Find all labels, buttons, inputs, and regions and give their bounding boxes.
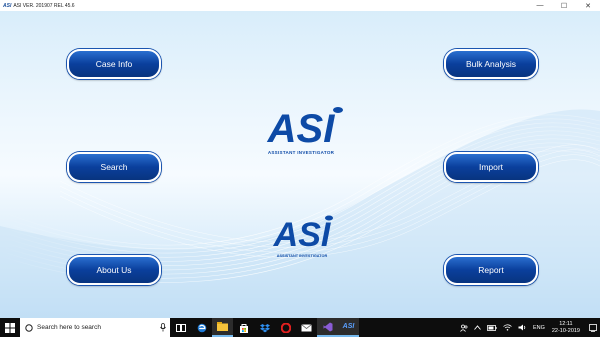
opera-icon[interactable] (275, 318, 296, 337)
mail-icon[interactable] (296, 318, 317, 337)
logo-tagline-large: ASSISTANT INVESTIGATOR (267, 150, 335, 155)
app-window: ASI ASI VER. 201907 REL 45.6 — ☐ ✕ ASI A… (0, 0, 600, 318)
notification-icon[interactable] (589, 323, 597, 332)
clock[interactable]: 12:11 22-10-2019 (552, 321, 580, 335)
search-button[interactable]: Search (67, 152, 161, 182)
task-view-icon[interactable] (170, 318, 191, 337)
window-title: ASI VER. 201907 REL 45.6 (13, 2, 75, 9)
store-icon[interactable] (233, 318, 254, 337)
taskbar-search-box[interactable]: Search here to search (20, 318, 170, 337)
asi-logo-small-graphic: ASI (273, 215, 333, 254)
language-indicator[interactable]: ENG (533, 325, 545, 331)
wifi-icon[interactable] (503, 324, 512, 331)
search-circle-icon (25, 323, 33, 332)
about-us-button[interactable]: About Us (67, 255, 161, 285)
taskbar-search-placeholder: Search here to search (37, 324, 101, 331)
dropbox-icon[interactable] (254, 318, 275, 337)
microphone-icon[interactable] (160, 323, 166, 332)
start-button[interactable] (0, 318, 20, 337)
clock-date: 22-10-2019 (551, 327, 580, 334)
report-button[interactable]: Report (444, 255, 538, 285)
maximize-button[interactable]: ☐ (552, 0, 576, 11)
people-icon[interactable] (460, 324, 468, 332)
system-tray: ENG 12:11 22-10-2019 (457, 318, 600, 337)
case-info-button[interactable]: Case Info (67, 49, 161, 79)
battery-icon[interactable] (487, 324, 497, 331)
asi-logo-large: ASI ASSISTANT INVESTIGATOR (253, 104, 349, 155)
file-explorer-icon[interactable] (212, 318, 233, 337)
svg-text:ASI: ASI (273, 216, 332, 249)
bulk-analysis-button[interactable]: Bulk Analysis (444, 49, 538, 79)
title-bar: ASI ASI VER. 201907 REL 45.6 — ☐ ✕ (0, 0, 600, 11)
import-button[interactable]: Import (444, 152, 538, 182)
windows-icon (5, 322, 15, 333)
asi-logo-graphic: ASI (267, 107, 343, 151)
clock-time: 12:11 (559, 320, 573, 327)
edge-icon[interactable] (191, 318, 212, 337)
chevron-up-icon[interactable] (474, 325, 481, 330)
logo-tagline-small: ASSISTANT INVESTIGATOR (276, 254, 328, 258)
taskbar: Search here to search ASI ENG 12:11 22-1… (0, 318, 600, 337)
svg-text:ASI: ASI (267, 107, 336, 146)
asi-app-icon[interactable]: ASI (338, 318, 359, 337)
visual-studio-icon[interactable] (317, 318, 338, 337)
app-title-logo: ASI (3, 2, 12, 9)
close-button[interactable]: ✕ (576, 0, 600, 11)
minimize-button[interactable]: — (528, 0, 552, 11)
asi-logo-small: ASI ASSISTANT INVESTIGATOR (267, 213, 337, 258)
volume-icon[interactable] (518, 324, 527, 331)
